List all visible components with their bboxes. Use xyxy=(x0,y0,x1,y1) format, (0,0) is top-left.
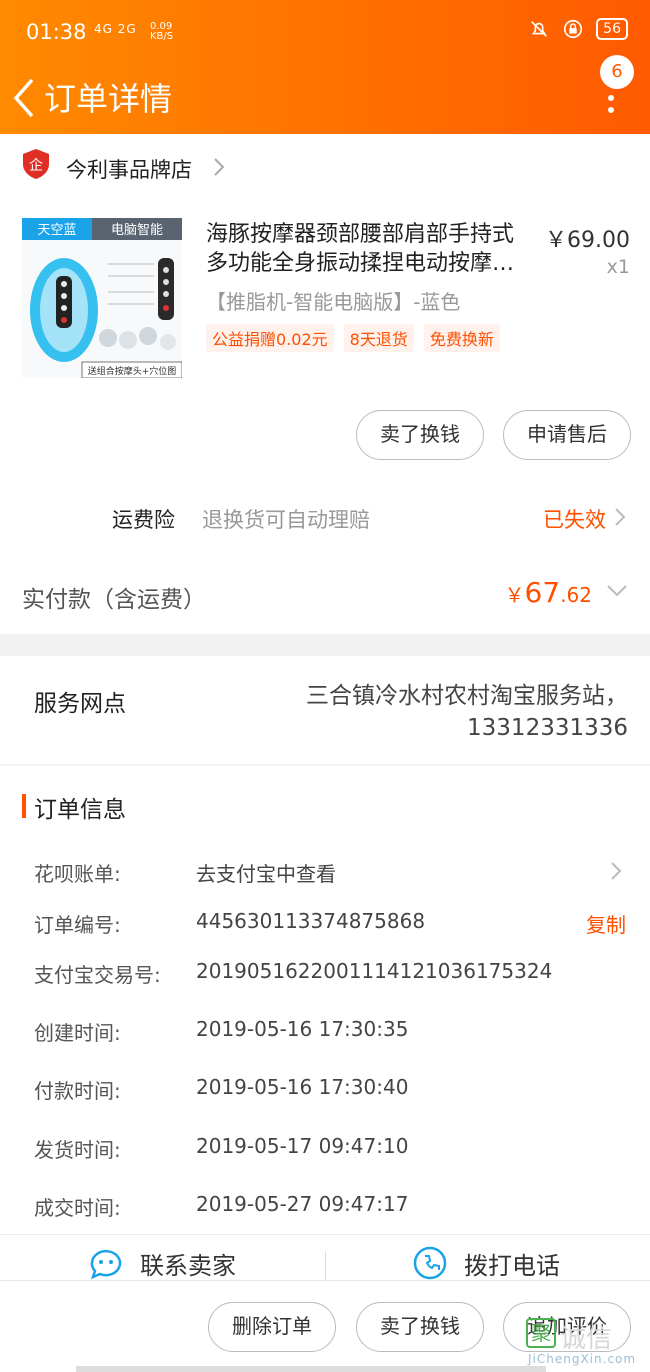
section-accent-bar xyxy=(22,794,26,818)
phone-icon xyxy=(413,1246,447,1280)
product-image[interactable]: 天空蓝 电脑智能 送组合按摩头+穴位图 xyxy=(22,218,182,378)
info-row-order-number: 订单编号: 445630113374875868 复制 xyxy=(34,909,626,938)
payment-row[interactable]: 实付款（含运费） ￥67.62 xyxy=(0,570,650,620)
watermark-logo: 聚 诚信 JiChengXin.com xyxy=(526,1316,644,1370)
image-label-right: 电脑智能 xyxy=(111,223,163,238)
page-title: 订单详情 xyxy=(44,80,173,118)
info-row-created: 创建时间: 2019-05-16 17:30:35 xyxy=(34,1017,409,1045)
payment-amount: ￥67.62 xyxy=(504,576,592,609)
service-label: 服务网点 xyxy=(34,691,126,717)
after-sale-button[interactable]: 申请售后 xyxy=(503,410,631,460)
header: 01:38 4G 2G 0.09 KB/S 56 订单详情 xyxy=(0,0,650,134)
network-speed: 0.09 KB/S xyxy=(150,21,174,42)
tag-return: 8天退货 xyxy=(343,324,414,352)
lock-icon xyxy=(564,19,583,39)
status-time: 01:38 xyxy=(26,20,87,44)
tag-charity: 公益捐赠0.02元 xyxy=(206,324,334,352)
order-info-title: 订单信息 xyxy=(34,797,126,823)
chevron-right-icon xyxy=(615,508,626,526)
network-indicator: 4G 2G xyxy=(94,22,137,36)
shop-badge-icon: 企 xyxy=(23,149,49,179)
product-quantity: x1 xyxy=(606,256,630,278)
shop-name: 今利事品牌店 xyxy=(66,158,192,182)
product-sku: 【推脂机-智能电脑版】-蓝色 xyxy=(206,290,461,314)
delete-order-button[interactable]: 删除订单 xyxy=(208,1302,336,1352)
image-caption: 送组合按摩头+穴位图 xyxy=(88,365,177,377)
sell-button-bottom[interactable]: 卖了换钱 xyxy=(356,1302,484,1352)
status-icons: 56 xyxy=(528,18,628,40)
service-value: 三合镇冷水村农村淘宝服务站，13312331336 xyxy=(306,683,628,741)
tag-exchange: 免费换新 xyxy=(423,324,500,352)
watermark-text: 诚信 xyxy=(560,1324,613,1354)
shipping-insurance-row[interactable]: 运费险 退换货可自动理赔 已失效 xyxy=(0,494,650,540)
product-illustration: 天空蓝 电脑智能 送组合按摩头+穴位图 xyxy=(22,218,182,378)
divider xyxy=(325,1251,326,1280)
sell-button[interactable]: 卖了换钱 xyxy=(356,410,484,460)
product-tags: 公益捐赠0.02元 8天退货 免费换新 xyxy=(206,324,500,352)
nav-bar: 订单详情 xyxy=(0,64,650,134)
status-bar: 01:38 4G 2G 0.09 KB/S 56 xyxy=(0,0,650,64)
insurance-label: 运费险 xyxy=(112,508,175,532)
insurance-status: 已失效 xyxy=(543,508,606,532)
order-card: 企 今利事品牌店 天空蓝 电脑智能 送组合按摩头+穴位图 海豚按摩器颈部腰部肩部… xyxy=(0,134,650,634)
chevron-right-icon xyxy=(214,158,225,176)
message-badge[interactable]: 6 xyxy=(600,55,634,89)
product-title[interactable]: 海豚按摩器颈部腰部肩部手持式多功能全身振动揉捏电动按摩… xyxy=(206,220,532,278)
shop-row[interactable]: 企 今利事品牌店 xyxy=(0,134,650,200)
back-icon[interactable] xyxy=(8,70,42,126)
service-point: 服务网点 三合镇冷水村农村淘宝服务站，13312331336 xyxy=(0,656,650,764)
mute-bell-icon xyxy=(531,21,548,37)
contact-bar: 联系卖家 拨打电话 xyxy=(0,1234,650,1280)
info-row-alipay-trade: 支付宝交易号: 2019051622001114121036175324 xyxy=(34,959,553,987)
order-info: 订单信息 花呗账单: 去支付宝中查看 订单编号: 445630113374875… xyxy=(0,766,650,1234)
insurance-desc: 退换货可自动理赔 xyxy=(202,508,370,532)
battery-indicator: 56 xyxy=(596,18,628,40)
contact-seller-button[interactable]: 联系卖家 xyxy=(88,1245,236,1280)
image-label-left: 天空蓝 xyxy=(37,223,76,238)
watermark-url: JiChengXin.com xyxy=(528,1352,637,1366)
payment-label: 实付款（含运费） xyxy=(22,587,206,613)
info-row-shipped: 发货时间: 2019-05-17 09:47:10 xyxy=(34,1134,409,1162)
info-row-huabei[interactable]: 花呗账单: 去支付宝中查看 xyxy=(0,850,650,890)
chevron-down-icon[interactable] xyxy=(606,584,628,598)
call-phone-button[interactable]: 拨打电话 xyxy=(412,1245,560,1280)
watermark-icon: 聚 xyxy=(526,1318,556,1348)
product-price: ￥69.00 xyxy=(545,228,630,253)
home-indicator xyxy=(76,1366,546,1372)
info-row-paid: 付款时间: 2019-05-16 17:30:40 xyxy=(34,1075,409,1103)
chat-icon xyxy=(90,1249,122,1280)
chevron-right-icon xyxy=(611,862,622,880)
svg-text:企: 企 xyxy=(29,157,43,174)
info-row-completed: 成交时间: 2019-05-27 09:47:17 xyxy=(34,1192,409,1220)
copy-button[interactable]: 复制 xyxy=(586,909,626,938)
